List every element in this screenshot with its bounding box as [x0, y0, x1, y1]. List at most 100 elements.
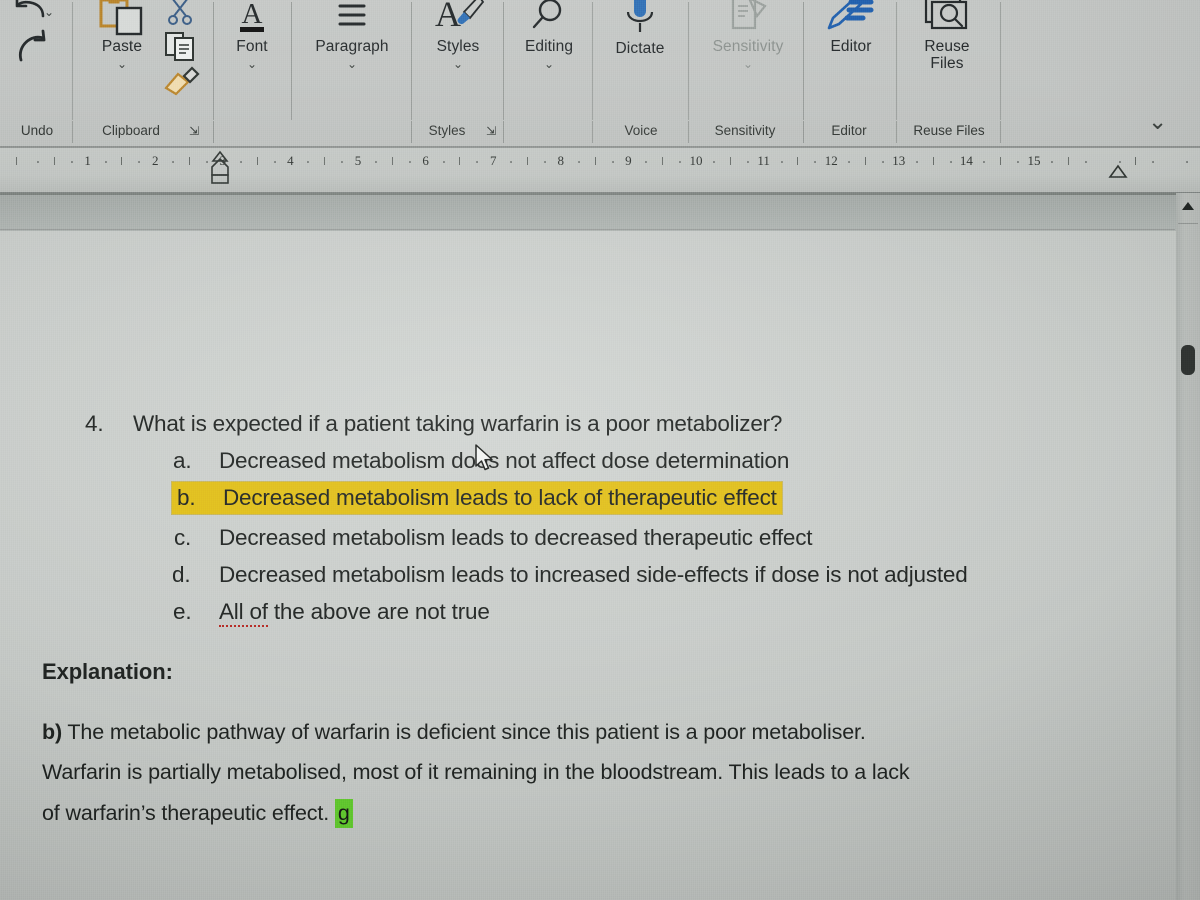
- option-e-text: the above are not true: [267, 599, 490, 624]
- vertical-scrollbar[interactable]: [1176, 193, 1200, 900]
- ribbon-group-separator: [1000, 2, 1001, 120]
- scroll-up-arrow-icon: [1182, 202, 1194, 210]
- ruler-tick: [527, 157, 528, 165]
- ribbon-group-separator: [896, 2, 897, 120]
- clipboard-dialog-launcher-icon[interactable]: ⇲: [189, 125, 202, 138]
- ruler-dot: [1017, 161, 1020, 163]
- ruler-number: 13: [892, 153, 906, 168]
- ruler-number: 1: [84, 153, 91, 168]
- ruler-tick: [662, 157, 664, 165]
- sensitivity-dropdown-chevron-icon[interactable]: ⌄: [694, 58, 802, 70]
- horizontal-ruler[interactable]: 1 2 3 4 5 6 7 8 9 10 11 12 13 14 15: [0, 148, 1200, 193]
- svg-text:A: A: [435, 0, 461, 34]
- undo-button[interactable]: [2, 0, 68, 26]
- group-label-sensitivity: Sensitivity: [714, 123, 776, 138]
- copy-button[interactable]: [160, 30, 202, 62]
- ruler-dot: [543, 161, 546, 163]
- option-b-label: b.: [177, 485, 196, 510]
- ruler-dot: [814, 161, 817, 163]
- group-label-separator: [213, 121, 214, 143]
- styles-dropdown-chevron-icon[interactable]: ⌄: [418, 58, 498, 70]
- paste-button[interactable]: Paste ⌄: [82, 0, 162, 70]
- styles-dialog-launcher-icon[interactable]: ⇲: [486, 125, 499, 138]
- ribbon-group-separator: [688, 2, 689, 120]
- option-e-row: All of the above are not true: [219, 599, 490, 627]
- ruler-dot: [374, 161, 377, 163]
- ruler-dot: [172, 161, 175, 163]
- paste-dropdown-chevron-icon[interactable]: ⌄: [82, 58, 162, 70]
- ruler-tick: [459, 157, 461, 165]
- sensitivity-button[interactable]: Sensitivity ⌄: [694, 0, 802, 70]
- ruler-tick: [53, 157, 55, 165]
- group-label-reuse-files: Reuse Files: [913, 123, 985, 138]
- group-label-separator: [503, 121, 504, 143]
- dictate-button[interactable]: Dictate: [600, 0, 680, 57]
- ribbon-group-separator: [803, 2, 804, 120]
- question-text: What is expected if a patient taking war…: [133, 411, 783, 436]
- editing-button[interactable]: Editing ⌄: [509, 0, 589, 70]
- ruler-number: 5: [354, 153, 362, 168]
- paragraph-button[interactable]: Paragraph ⌄: [297, 0, 407, 70]
- ruler-dot: [780, 161, 783, 163]
- ribbon-group-separator: [72, 2, 73, 120]
- scroll-up-button[interactable]: [1176, 197, 1200, 215]
- font-dropdown-chevron-icon[interactable]: ⌄: [216, 58, 288, 70]
- microphone-icon: [626, 0, 654, 32]
- ribbon-group-separator: [213, 2, 214, 120]
- reuse-files-button-label-line2: Files: [930, 55, 964, 72]
- group-label-styles: Styles: [428, 123, 466, 138]
- ruler-tick: [797, 157, 799, 165]
- editor-button[interactable]: Editor: [811, 0, 891, 55]
- ruler-tick: [594, 157, 596, 165]
- option-b-highlight: b. Decreased metabolism leads to lack of …: [172, 482, 782, 514]
- undo-dropdown-chevron-icon[interactable]: ⌄: [44, 5, 54, 19]
- ruler-dot: [1050, 161, 1053, 163]
- cut-button[interactable]: [163, 0, 197, 26]
- ruler-dot: [104, 161, 107, 163]
- group-label-separator: [592, 121, 593, 143]
- group-label-clipboard: Clipboard: [102, 123, 160, 138]
- document-page[interactable]: 4. What is expected if a patient taking …: [0, 231, 1178, 900]
- font-button[interactable]: A Font ⌄: [216, 0, 288, 70]
- option-b-row[interactable]: b. Decreased metabolism leads to lack of …: [172, 482, 782, 514]
- redo-button[interactable]: [2, 28, 68, 66]
- ruler-dot: [341, 161, 344, 163]
- group-label-undo: Undo: [20, 123, 54, 138]
- ruler-dot: [577, 161, 580, 163]
- ruler-number: 14: [959, 153, 973, 168]
- ruler-tick: [324, 157, 326, 165]
- ruler-dot: [138, 161, 141, 163]
- ruler-dot: [442, 161, 445, 163]
- group-label-separator: [803, 121, 804, 143]
- ruler-dot: [848, 161, 851, 163]
- paragraph-dropdown-chevron-icon[interactable]: ⌄: [297, 58, 407, 70]
- ruler-tick: [16, 157, 17, 165]
- editing-button-label: Editing: [524, 38, 574, 55]
- reuse-files-search-icon: [924, 0, 968, 30]
- ruler-dot: [1084, 161, 1087, 163]
- editing-dropdown-chevron-icon[interactable]: ⌄: [509, 58, 589, 70]
- format-painter-button[interactable]: [160, 66, 202, 96]
- document-area[interactable]: 4. What is expected if a patient taking …: [0, 193, 1200, 900]
- font-button-label: Font: [236, 38, 268, 55]
- ribbon-group-separator: [503, 2, 504, 120]
- option-e-label: e.: [173, 599, 192, 624]
- ruler-number: 8: [557, 153, 565, 168]
- editor-pen-icon: [827, 0, 874, 30]
- ruler-number: 4: [287, 153, 294, 168]
- ruler-dot: [746, 161, 749, 163]
- group-label-separator: [72, 121, 73, 143]
- explanation-line-3: of warfarin’s therapeutic effect. g: [42, 799, 353, 828]
- document-top-edge: [0, 193, 1200, 195]
- reuse-files-button[interactable]: Reuse Files: [901, 0, 993, 72]
- styles-button[interactable]: A Styles ⌄: [418, 0, 498, 70]
- group-label-separator: [1000, 121, 1001, 143]
- right-indent-marker-icon[interactable]: [1104, 162, 1132, 184]
- left-indent-marker-icon[interactable]: [206, 150, 234, 190]
- redo-arrow-icon: [18, 29, 46, 62]
- ruler-number: 15: [1027, 153, 1041, 168]
- ruler-dot: [712, 161, 715, 163]
- ruler-dot: [1152, 161, 1155, 163]
- scroll-thumb[interactable]: [1181, 345, 1195, 375]
- ruler-number: 10: [689, 153, 703, 168]
